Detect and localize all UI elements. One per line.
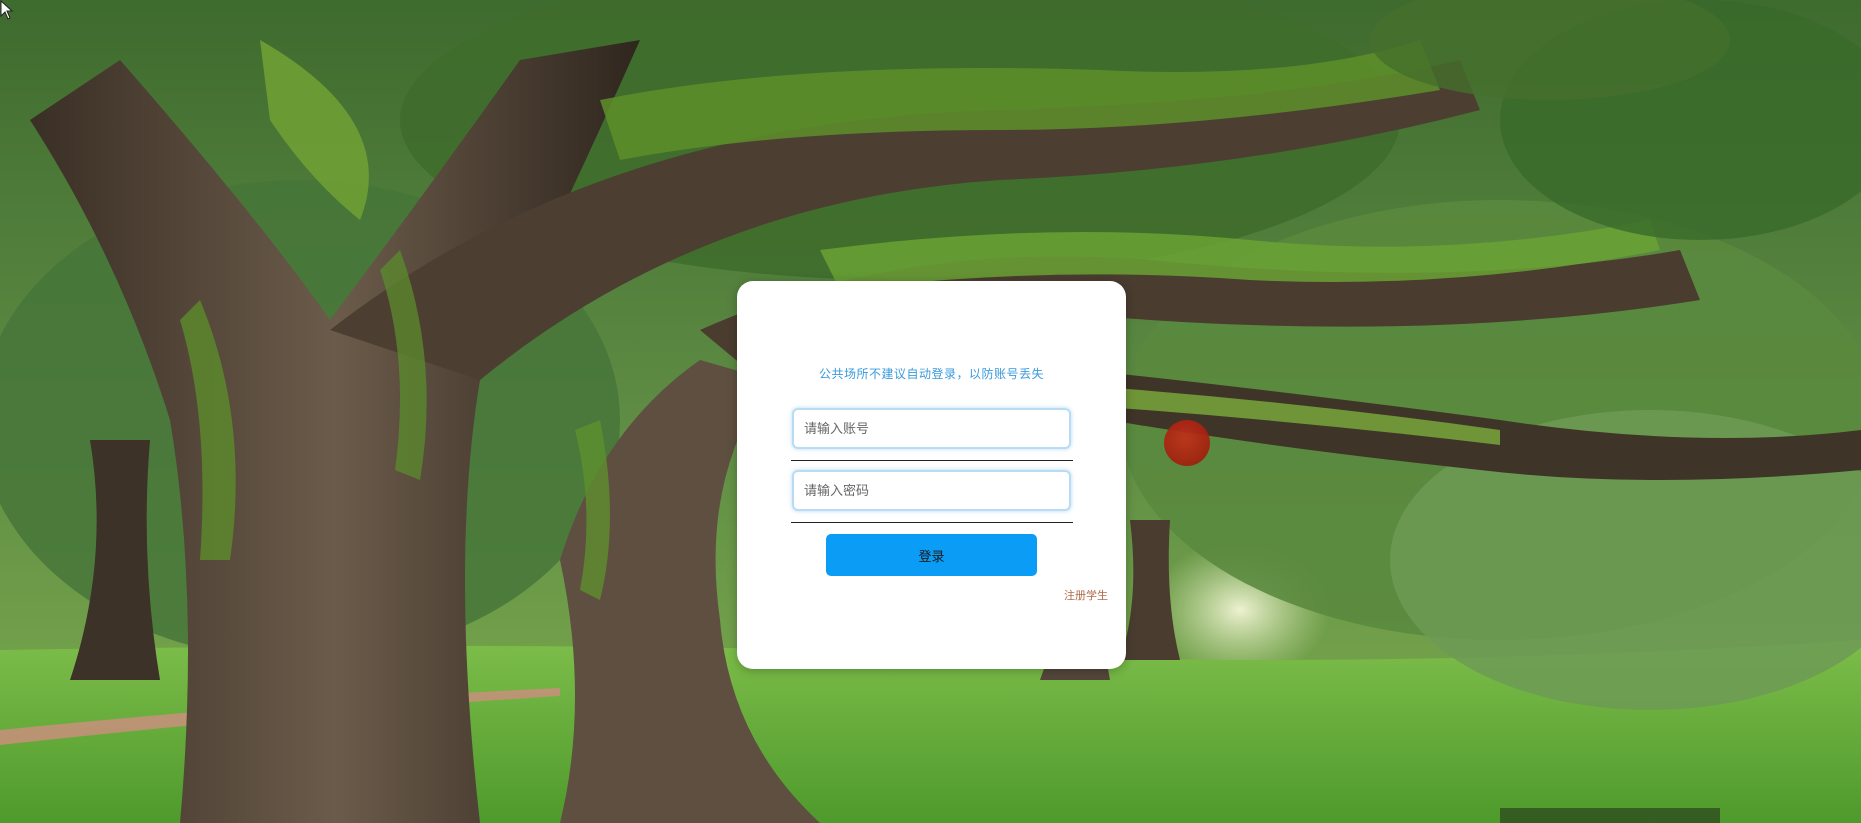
auto-login-notice: 公共场所不建议自动登录，以防账号丢失 [818, 367, 1044, 381]
account-input[interactable] [792, 408, 1071, 449]
login-card: 公共场所不建议自动登录，以防账号丢失 登录 注册学生 [737, 281, 1126, 669]
mouse-cursor-icon [0, 0, 14, 20]
background-scene: 公共场所不建议自动登录，以防账号丢失 登录 注册学生 [0, 0, 1861, 823]
login-button[interactable]: 登录 [826, 534, 1037, 576]
account-underline [791, 460, 1073, 461]
password-input[interactable] [792, 470, 1071, 511]
click-indicator [1164, 420, 1210, 466]
register-student-link[interactable]: 注册学生 [1064, 587, 1108, 603]
password-underline [791, 522, 1073, 523]
